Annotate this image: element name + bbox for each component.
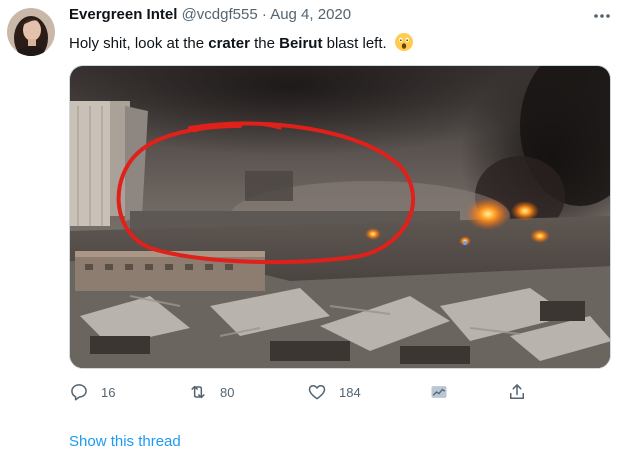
explosion-aftermath-photo	[70, 66, 610, 368]
tweet-header: Evergreen Intel @vcdgf555 · Aug 4, 2020	[69, 6, 351, 23]
reply-count: 16	[101, 384, 116, 400]
display-name[interactable]: Evergreen Intel	[69, 6, 177, 23]
header-separator: ·	[261, 6, 267, 23]
like-button[interactable]: 184	[307, 382, 361, 402]
retweet-icon	[191, 385, 205, 399]
tweet-text-part: the	[249, 35, 280, 52]
tweet-media-photo[interactable]	[69, 65, 611, 369]
share-button[interactable]	[507, 382, 527, 402]
show-thread-link[interactable]: Show this thread	[69, 433, 181, 450]
more-options-button[interactable]	[590, 4, 614, 28]
tweet-text-part: blast left.	[322, 35, 387, 52]
tweet-action-bar: 16 80 184	[69, 382, 549, 406]
tweet-text-bold: Beirut	[279, 35, 323, 52]
share-icon	[510, 384, 524, 399]
heart-icon	[308, 385, 326, 400]
reply-button[interactable]: 16	[69, 382, 115, 402]
user-handle[interactable]: @vcdgf555	[182, 6, 258, 23]
tweet-text: Holy shit, look at the crater the Beirut…	[69, 32, 414, 58]
astonished-face-emoji	[394, 32, 414, 58]
tweet-date[interactable]: Aug 4, 2020	[270, 6, 351, 23]
tweet-text-bold: crater	[208, 35, 250, 52]
analytics-icon	[431, 386, 447, 398]
analytics-button[interactable]	[429, 382, 449, 402]
more-icon	[594, 14, 610, 18]
avatar[interactable]	[7, 8, 55, 56]
retweet-button[interactable]: 80	[188, 382, 234, 402]
like-count: 184	[339, 384, 361, 400]
avatar-image	[7, 8, 55, 56]
tweet-text-part: Holy shit, look at the	[69, 35, 209, 52]
reply-icon	[71, 384, 87, 401]
retweet-count: 80	[220, 384, 235, 400]
